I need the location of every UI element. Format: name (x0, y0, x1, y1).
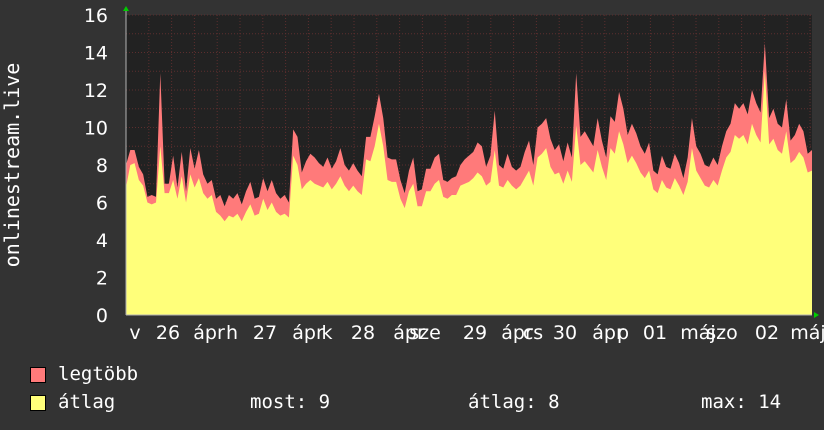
x-tick-label: h (226, 322, 238, 344)
x-tick-label: cs (523, 322, 543, 344)
legend-label-atlag: átlag (58, 391, 116, 413)
y-tick-label: 2 (96, 268, 108, 290)
y-tick-label: 8 (96, 155, 108, 177)
x-tick-label: 01 (643, 322, 667, 344)
x-tick-label: k (321, 322, 332, 344)
y-tick-label: 0 (96, 305, 108, 327)
y-tick-label: 4 (96, 230, 108, 252)
y-tick-label: 16 (84, 5, 108, 27)
x-tick-label: máj (790, 322, 824, 344)
x-tick-label: 26 (156, 322, 180, 344)
x-tick-label: 28 (351, 322, 375, 344)
x-tick-labels: v 26 ápr h 27 áprk 28 áprsze 29 áprcs 30 áprp 01 májs… (129, 322, 824, 344)
x-tick-label: 29 (463, 322, 487, 344)
y-axis-label: onlinestream.live (0, 63, 24, 268)
stat-max: max: 14 (701, 391, 782, 413)
legend-swatch-legtobb (30, 367, 46, 383)
y-tick-label: 12 (84, 80, 108, 102)
x-tick-label: 02 (755, 322, 779, 344)
legend-label-legtobb: legtöbb (58, 363, 139, 385)
stat-avg: átlag: 8 (468, 391, 560, 413)
y-axis-arrow (123, 6, 129, 11)
x-tick-label: p (617, 322, 629, 344)
y-tick-labels: 0 2 4 6 8 10 12 14 16 (84, 5, 108, 327)
stat-now: most: 9 (250, 391, 331, 413)
y-tick-label: 10 (84, 118, 108, 140)
x-tick-label: 30 (553, 322, 577, 344)
x-tick-label: ápr (292, 322, 324, 344)
x-tick-label: 27 (253, 322, 277, 344)
x-tick-label: v (129, 322, 140, 344)
chart: 0246810121416 v 26 ápr h 27 áprk 28 áprsze 29 ápr… (0, 5, 824, 344)
y-tick-label: 6 (96, 193, 108, 215)
x-tick-label: ápr (193, 322, 225, 344)
x-axis-arrow (814, 312, 819, 318)
y-tick-label: 14 (84, 43, 108, 65)
x-tick-label: szo (706, 322, 738, 344)
x-tick-label: sze (409, 322, 441, 344)
legend-swatch-atlag (30, 395, 46, 411)
